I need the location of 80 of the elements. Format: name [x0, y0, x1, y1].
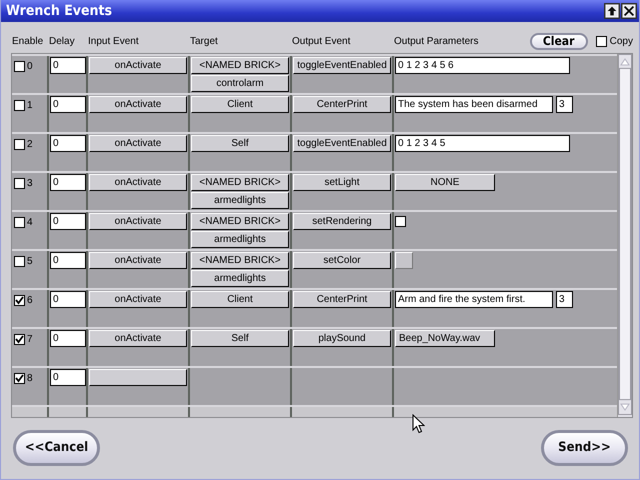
- enable-checkbox[interactable]: [14, 100, 25, 111]
- input-event-button[interactable]: onActivate: [89, 57, 187, 74]
- output-event-button[interactable]: toggleEventEnabled: [293, 57, 391, 74]
- target-name-button[interactable]: armedlights: [191, 270, 289, 287]
- parameter-field[interactable]: 0 1 2 3 4 5 6: [395, 57, 570, 74]
- cancel-button[interactable]: <<Cancel: [13, 430, 100, 466]
- target-button[interactable]: Self: [191, 330, 289, 347]
- delay-field[interactable]: 0: [50, 174, 86, 191]
- delay-field[interactable]: 0: [50, 330, 86, 347]
- clear-button[interactable]: Clear: [530, 32, 588, 50]
- target-name-button[interactable]: armedlights: [191, 231, 289, 248]
- column-header: Enable: [11, 36, 44, 46]
- event-number: 3: [27, 178, 33, 189]
- input-event-button[interactable]: onActivate: [89, 135, 187, 152]
- input-event-button[interactable]: onActivate: [89, 174, 187, 191]
- close-icon[interactable]: [621, 3, 637, 19]
- output-event-button[interactable]: setLight: [293, 174, 391, 191]
- column-header: Output Parameters: [393, 36, 478, 46]
- event-number: 7: [27, 334, 33, 345]
- color-swatch[interactable]: [395, 252, 413, 269]
- light-select-button[interactable]: NONE: [395, 174, 495, 191]
- output-event-button[interactable]: toggleEventEnabled: [293, 135, 391, 152]
- enable-checkbox[interactable]: [14, 334, 25, 345]
- column-header: Target: [189, 36, 219, 46]
- message-field[interactable]: Arm and fire the system first.: [395, 291, 553, 308]
- event-number: 1: [27, 100, 33, 111]
- event-number: 6: [27, 295, 33, 306]
- event-number: 2: [27, 139, 33, 150]
- enable-checkbox[interactable]: [14, 139, 25, 150]
- enable-checkbox[interactable]: [14, 373, 25, 384]
- output-event-button[interactable]: CenterPrint: [293, 291, 391, 308]
- event-number: 8: [27, 373, 33, 384]
- event-number: 4: [27, 217, 33, 228]
- input-event-button[interactable]: [89, 369, 187, 386]
- sound-file-button[interactable]: Beep_NoWay.wav: [395, 330, 495, 347]
- target-button[interactable]: <NAMED BRICK>: [191, 213, 289, 230]
- send-button[interactable]: Send>>: [541, 430, 628, 466]
- event-number: 5: [27, 256, 33, 267]
- input-event-button[interactable]: onActivate: [89, 213, 187, 230]
- window-title: Wrench Events: [6, 3, 114, 19]
- input-event-button[interactable]: onActivate: [89, 330, 187, 347]
- enable-checkbox[interactable]: [14, 217, 25, 228]
- delay-field[interactable]: 0: [50, 57, 86, 74]
- target-button[interactable]: <NAMED BRICK>: [191, 174, 289, 191]
- output-event-button[interactable]: setRendering: [293, 213, 391, 230]
- message-field[interactable]: The system has been disarmed: [395, 96, 553, 113]
- target-button[interactable]: Client: [191, 291, 289, 308]
- copy-label: Copy: [608, 36, 633, 46]
- column-header: Output Event: [291, 36, 352, 46]
- delay-field[interactable]: 0: [50, 213, 86, 230]
- target-button[interactable]: Self: [191, 135, 289, 152]
- input-event-button[interactable]: onActivate: [89, 291, 187, 308]
- delay-field[interactable]: 0: [50, 252, 86, 269]
- target-name-button[interactable]: controlarm: [191, 75, 289, 92]
- event-number: 0: [27, 61, 33, 72]
- mouse-cursor-icon: [412, 414, 425, 434]
- output-event-button[interactable]: setColor: [293, 252, 391, 269]
- target-button[interactable]: Client: [191, 96, 289, 113]
- target-name-button[interactable]: armedlights: [191, 192, 289, 209]
- enable-checkbox[interactable]: [14, 295, 25, 306]
- column-header: Input Event: [87, 36, 140, 46]
- column-header: Delay: [48, 36, 76, 46]
- copy-checkbox[interactable]: [596, 36, 607, 46]
- enable-checkbox[interactable]: [14, 178, 25, 189]
- enable-checkbox[interactable]: [14, 256, 25, 267]
- delay-field[interactable]: 0: [50, 369, 86, 386]
- input-event-button[interactable]: onActivate: [89, 96, 187, 113]
- output-event-button[interactable]: playSound: [293, 330, 391, 347]
- target-button[interactable]: <NAMED BRICK>: [191, 252, 289, 269]
- parameter-field[interactable]: 0 1 2 3 4 5: [395, 135, 570, 152]
- input-event-button[interactable]: onActivate: [89, 252, 187, 269]
- maximize-icon[interactable]: [604, 3, 620, 19]
- target-button[interactable]: <NAMED BRICK>: [191, 57, 289, 74]
- enable-checkbox[interactable]: [14, 61, 25, 72]
- delay-field[interactable]: 0: [50, 96, 86, 113]
- scrollbar[interactable]: [617, 54, 632, 417]
- delay-field[interactable]: 0: [50, 135, 86, 152]
- delay-field[interactable]: 0: [50, 291, 86, 308]
- rendering-checkbox[interactable]: [395, 216, 406, 227]
- output-event-button[interactable]: CenterPrint: [293, 96, 391, 113]
